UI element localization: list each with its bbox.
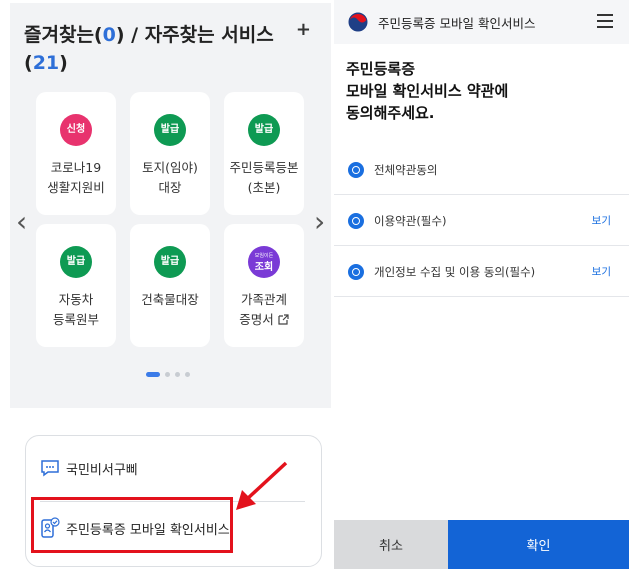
card-label: 토지(임야) 대장 [142, 160, 198, 195]
card-label: 주민등록등본 (초본) [229, 160, 299, 195]
pointer-arrow-icon [236, 461, 288, 510]
service-card-building-register[interactable]: 발급 건축물대장 [130, 224, 210, 347]
mobile-terms-screen: 주민등록증 모바일 확인서비스 주민등록증 모바일 확인서비스 약관에 동의해주… [334, 0, 629, 579]
radio-checked[interactable] [348, 212, 364, 229]
external-link-icon [278, 314, 289, 325]
view-link[interactable]: 보기 [592, 264, 611, 279]
inquiry-badge: 모임이든 조회 [248, 246, 280, 278]
carousel-prev-arrow[interactable]: ‹ [16, 205, 27, 238]
favorites-panel: 즐겨찾는(0) / 자주찾는 서비스 (21) + 신청 코로나19 생활지원비 … [10, 3, 331, 408]
issue-badge: 발급 [248, 114, 280, 146]
page-dot[interactable] [185, 372, 190, 377]
page-dot[interactable] [165, 372, 170, 377]
top-bar: 주민등록증 모바일 확인서비스 [334, 0, 629, 44]
term-privacy[interactable]: 개인정보 수집 및 이용 동의(필수) 보기 [334, 247, 629, 297]
apply-badge: 신청 [60, 114, 92, 146]
confirm-button[interactable]: 확인 [448, 520, 629, 569]
card-label: 가족관계 증명서 [239, 292, 289, 327]
menu-item-national-secretary[interactable]: 국민비서구삐 [40, 453, 138, 483]
issue-badge: 발급 [154, 114, 186, 146]
page-heading: 주민등록증 모바일 확인서비스 약관에 동의해주세요. [346, 60, 509, 122]
term-label: 이용약관(필수) [374, 213, 447, 228]
view-link[interactable]: 보기 [592, 213, 611, 228]
favorites-count[interactable]: 0 [103, 24, 116, 46]
term-label: 개인정보 수집 및 이용 동의(필수) [374, 264, 536, 279]
chat-bubble-icon [41, 460, 59, 477]
cancel-button[interactable]: 취소 [334, 520, 448, 569]
service-card-family-certificate[interactable]: 모임이든 조회 가족관계 증명서 [224, 224, 304, 347]
service-card-covid-support[interactable]: 신청 코로나19 생활지원비 [36, 92, 116, 215]
menu-item-label: 국민비서구삐 [66, 462, 138, 478]
card-label: 자동차 등록원부 [52, 292, 99, 327]
frequent-count[interactable]: 21 [33, 52, 59, 74]
page-dot[interactable] [175, 372, 180, 377]
card-label: 건축물대장 [141, 292, 199, 307]
left-panel: 즐겨찾는(0) / 자주찾는 서비스 (21) + 신청 코로나19 생활지원비 … [0, 0, 331, 579]
service-card-vehicle-register[interactable]: 발급 자동차 등록원부 [36, 224, 116, 347]
favorites-title: 즐겨찾는(0) / 자주찾는 서비스 (21) [24, 24, 274, 74]
radio-checked[interactable] [348, 161, 364, 178]
app-title: 주민등록증 모바일 확인서비스 [378, 16, 536, 31]
highlight-box [31, 497, 233, 553]
service-card-resident-register[interactable]: 발급 주민등록등본 (초본) [224, 92, 304, 215]
term-usage[interactable]: 이용약관(필수) 보기 [334, 196, 629, 246]
card-label: 코로나19 생활지원비 [47, 160, 105, 195]
add-favorite-button[interactable]: + [296, 19, 311, 40]
radio-checked[interactable] [348, 263, 364, 280]
government-logo-icon [348, 12, 368, 32]
menu-icon[interactable] [597, 14, 613, 32]
term-all-agree[interactable]: 전체약관동의 [334, 145, 629, 195]
page-dot-active[interactable] [146, 372, 160, 377]
issue-badge: 발급 [60, 246, 92, 278]
term-label: 전체약관동의 [374, 162, 438, 177]
service-card-land-register[interactable]: 발급 토지(임야) 대장 [130, 92, 210, 215]
issue-badge: 발급 [154, 246, 186, 278]
carousel-next-arrow[interactable]: › [314, 205, 325, 238]
carousel-pagination [146, 364, 195, 383]
